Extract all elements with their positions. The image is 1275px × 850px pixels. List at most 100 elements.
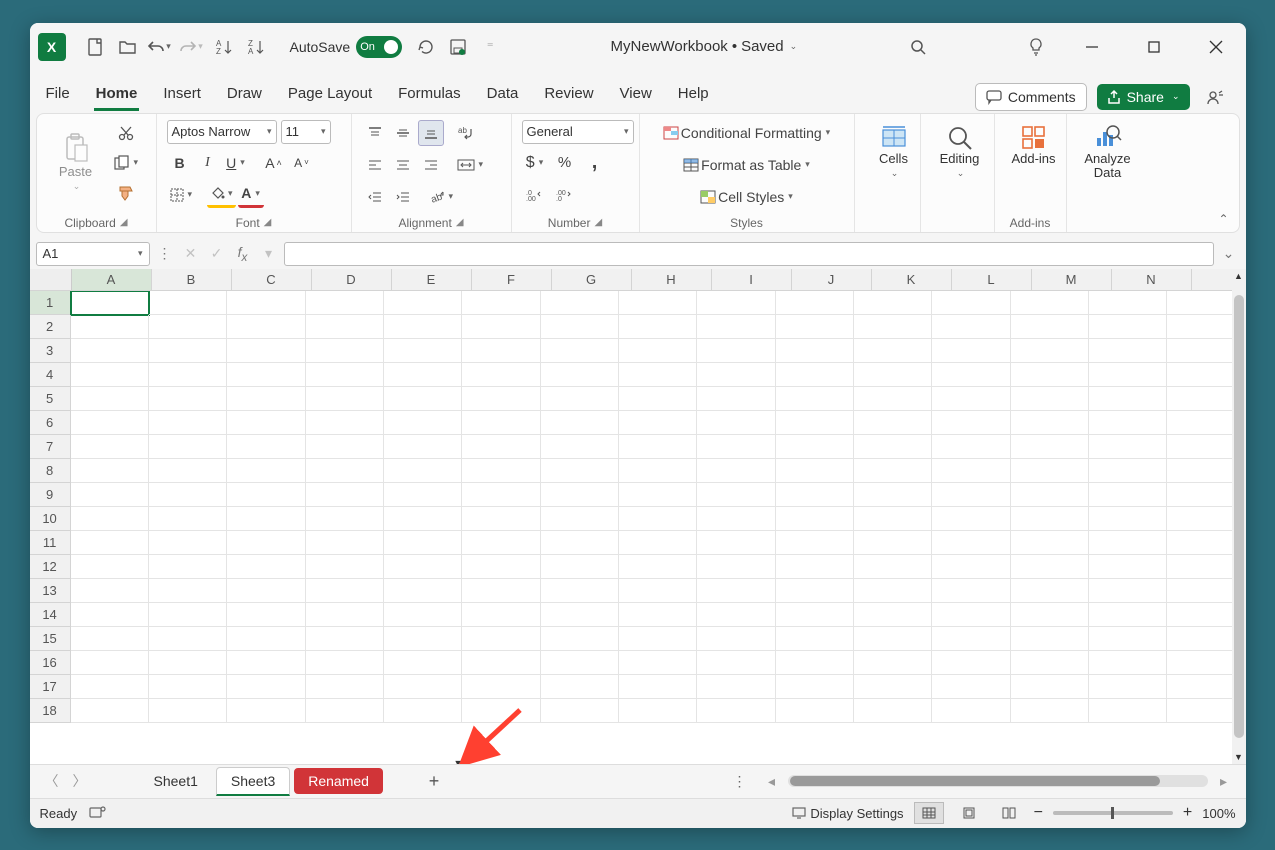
align-middle-button[interactable]	[390, 120, 416, 146]
cell[interactable]	[776, 603, 854, 627]
cell[interactable]	[306, 291, 384, 315]
cell[interactable]	[71, 531, 149, 555]
zoom-level[interactable]: 100%	[1202, 806, 1235, 821]
cell[interactable]	[854, 699, 932, 723]
cell[interactable]	[462, 651, 540, 675]
cell[interactable]	[462, 675, 540, 699]
cell[interactable]	[1011, 579, 1089, 603]
cell[interactable]	[1089, 339, 1167, 363]
format-as-table-button[interactable]: Format as Table▾	[650, 152, 844, 178]
cell[interactable]	[541, 555, 619, 579]
cell[interactable]	[697, 675, 775, 699]
cell[interactable]	[149, 315, 227, 339]
fill-color-button[interactable]: ▾	[207, 182, 236, 208]
row-header[interactable]: 15	[30, 627, 71, 651]
vertical-scrollbar[interactable]: ▲▼	[1232, 269, 1246, 764]
cell[interactable]	[227, 531, 305, 555]
cell[interactable]	[71, 315, 149, 339]
cell[interactable]	[541, 459, 619, 483]
cell[interactable]	[149, 579, 227, 603]
minimize-button[interactable]	[1070, 31, 1114, 63]
fx-icon[interactable]: fx	[232, 243, 254, 265]
cell[interactable]	[1011, 651, 1089, 675]
save-icon[interactable]	[444, 33, 472, 61]
cell[interactable]	[932, 483, 1010, 507]
cell[interactable]	[306, 363, 384, 387]
row-header[interactable]: 10	[30, 507, 71, 531]
refresh-icon[interactable]	[412, 33, 440, 61]
cell[interactable]	[1011, 555, 1089, 579]
cell[interactable]	[384, 387, 462, 411]
cell[interactable]	[932, 603, 1010, 627]
comma-format-button[interactable]: ,	[582, 150, 608, 176]
cell[interactable]	[1011, 699, 1089, 723]
cell[interactable]	[1011, 339, 1089, 363]
tab-help[interactable]: Help	[676, 79, 711, 111]
cell[interactable]	[227, 459, 305, 483]
cell[interactable]	[384, 555, 462, 579]
sheet-tab-sheet3[interactable]: Sheet3	[216, 767, 290, 796]
display-settings-button[interactable]: Display Settings	[792, 806, 903, 821]
cell[interactable]	[1089, 699, 1167, 723]
cell[interactable]	[71, 507, 149, 531]
increase-decimal-button[interactable]: .0.00	[522, 182, 548, 208]
row-header[interactable]: 18	[30, 699, 71, 723]
sheet-tab-sheet1[interactable]: Sheet1	[140, 768, 212, 794]
align-center-button[interactable]	[390, 152, 416, 178]
cell[interactable]	[227, 411, 305, 435]
cell[interactable]	[1089, 579, 1167, 603]
maximize-button[interactable]	[1132, 31, 1176, 63]
cell[interactable]	[776, 675, 854, 699]
cancel-formula-icon[interactable]: ✕	[180, 243, 202, 265]
cell[interactable]	[1089, 387, 1167, 411]
tab-file[interactable]: File	[44, 79, 72, 111]
cell[interactable]	[384, 483, 462, 507]
formula-input[interactable]	[284, 242, 1214, 266]
cell[interactable]	[697, 699, 775, 723]
cell[interactable]	[384, 459, 462, 483]
column-header[interactable]: E	[392, 269, 472, 290]
number-launcher-icon[interactable]: ◢	[594, 217, 602, 228]
cell[interactable]	[306, 411, 384, 435]
cell[interactable]	[697, 627, 775, 651]
cell[interactable]	[227, 291, 305, 315]
cell[interactable]	[71, 339, 149, 363]
row-header[interactable]: 7	[30, 435, 71, 459]
row-header[interactable]: 3	[30, 339, 71, 363]
cell[interactable]	[149, 651, 227, 675]
cell[interactable]	[541, 387, 619, 411]
decrease-decimal-button[interactable]: .00.0	[552, 182, 578, 208]
cell[interactable]	[541, 675, 619, 699]
cell[interactable]	[306, 435, 384, 459]
format-painter-button[interactable]	[111, 180, 142, 206]
cell[interactable]	[854, 291, 932, 315]
cell[interactable]	[1089, 411, 1167, 435]
row-header[interactable]: 12	[30, 555, 71, 579]
cell[interactable]	[306, 699, 384, 723]
cell[interactable]	[619, 579, 697, 603]
cell[interactable]	[541, 435, 619, 459]
tab-page-layout[interactable]: Page Layout	[286, 79, 374, 111]
column-header[interactable]: D	[312, 269, 392, 290]
cell[interactable]	[149, 603, 227, 627]
undo-button[interactable]: ▾	[146, 33, 174, 61]
qat-customize-icon[interactable]: ⁼	[476, 33, 504, 61]
cell[interactable]	[149, 699, 227, 723]
cell[interactable]	[932, 291, 1010, 315]
cell[interactable]	[619, 291, 697, 315]
cell[interactable]	[697, 603, 775, 627]
column-header[interactable]: J	[792, 269, 872, 290]
cell[interactable]	[697, 411, 775, 435]
column-header[interactable]: C	[232, 269, 312, 290]
decrease-indent-button[interactable]	[362, 184, 388, 210]
cell[interactable]	[932, 555, 1010, 579]
cell[interactable]	[71, 411, 149, 435]
row-header[interactable]: 1	[30, 291, 71, 315]
cell[interactable]	[1089, 627, 1167, 651]
cell[interactable]	[462, 603, 540, 627]
cell[interactable]	[1011, 411, 1089, 435]
cell[interactable]	[776, 291, 854, 315]
cell[interactable]	[776, 555, 854, 579]
cell[interactable]	[697, 555, 775, 579]
sheet-nav-prev[interactable]: 〈	[40, 769, 64, 793]
